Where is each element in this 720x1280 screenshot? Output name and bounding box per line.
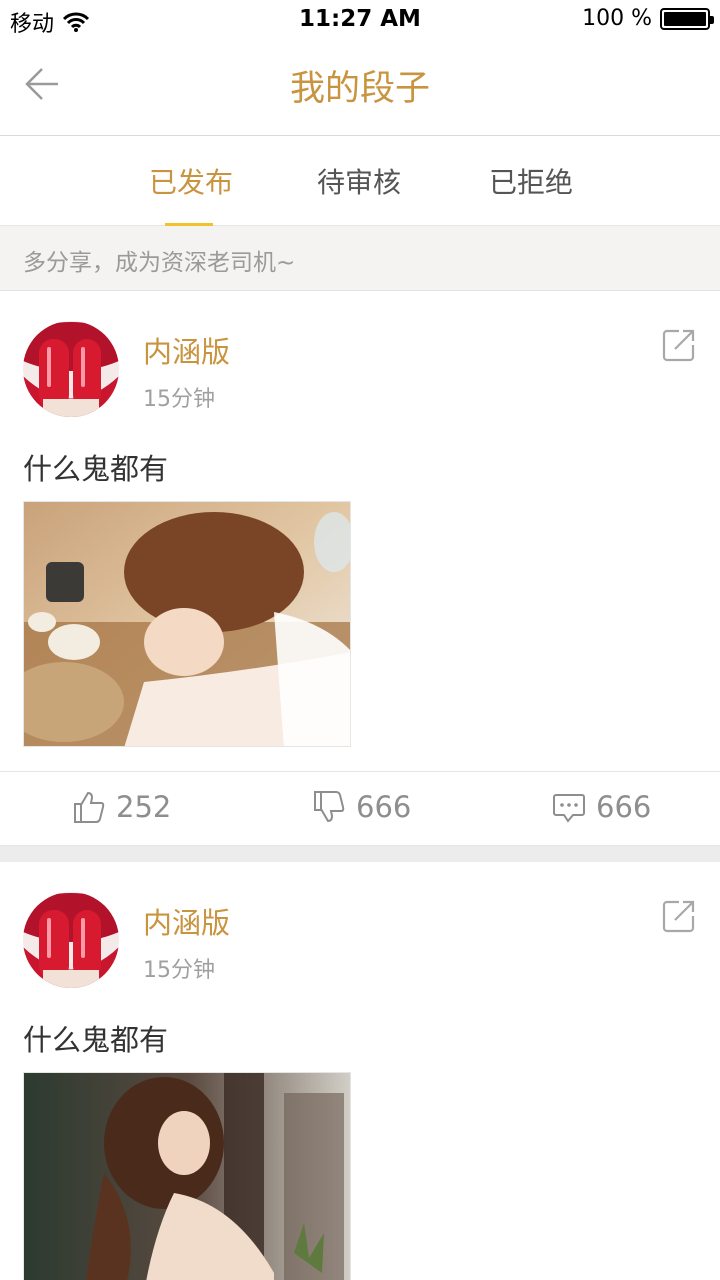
dislike-button[interactable]: 666 [312, 790, 411, 824]
post-text: 什么鬼都有 [23, 1023, 169, 1057]
tab-bar: 已发布 待审核 已拒绝 [0, 137, 720, 226]
like-count: 252 [116, 790, 172, 824]
battery-percent: 100 % [582, 6, 652, 31]
tab-published[interactable]: 已发布 [149, 161, 233, 201]
avatar[interactable] [23, 321, 119, 417]
share-button[interactable] [661, 327, 697, 363]
photo-woman-portrait [24, 1073, 350, 1280]
avatar-image [23, 892, 119, 988]
battery-icon [660, 7, 714, 30]
avatar-image [23, 321, 119, 417]
like-button[interactable]: 252 [72, 790, 171, 824]
comment-count: 666 [596, 790, 652, 824]
nav-bar: 我的段子 [0, 42, 720, 136]
status-bar: 移动 11:27 AM 100 % [0, 0, 720, 42]
tab-rejected[interactable]: 已拒绝 [489, 161, 573, 201]
comment-icon [553, 794, 585, 823]
page-title: 我的段子 [289, 69, 430, 109]
post-card[interactable]: 内涵版 15分钟 什么鬼都有 [0, 291, 720, 845]
post-card[interactable]: 内涵版 15分钟 什么鬼都有 [0, 862, 720, 1280]
share-icon [662, 900, 695, 933]
status-right: 100 % [582, 6, 714, 31]
post-username[interactable]: 内涵版 [143, 329, 230, 371]
post-username[interactable]: 内涵版 [143, 900, 230, 942]
battery-fill [664, 11, 706, 26]
avatar[interactable] [23, 892, 119, 988]
post-image[interactable] [23, 501, 351, 747]
dislike-count: 666 [356, 790, 412, 824]
post-divider [0, 845, 720, 862]
post-text: 什么鬼都有 [23, 452, 169, 486]
post-image[interactable] [23, 1072, 351, 1280]
thumbs-up-icon [74, 791, 105, 823]
comment-button[interactable]: 666 [552, 790, 651, 824]
tab-pending[interactable]: 待审核 [317, 161, 401, 201]
share-icon [662, 329, 695, 362]
post-time: 15分钟 [143, 387, 215, 412]
share-button[interactable] [661, 898, 697, 934]
post-time: 15分钟 [143, 958, 215, 983]
post-actions: 252 666 666 [0, 771, 720, 845]
photo-woman-resting [24, 502, 350, 746]
notice-banner: 多分享，成为资深老司机~ [0, 226, 720, 291]
notice-text: 多分享，成为资深老司机~ [23, 250, 296, 276]
thumbs-down-icon [314, 791, 345, 823]
battery-tip [710, 15, 714, 24]
